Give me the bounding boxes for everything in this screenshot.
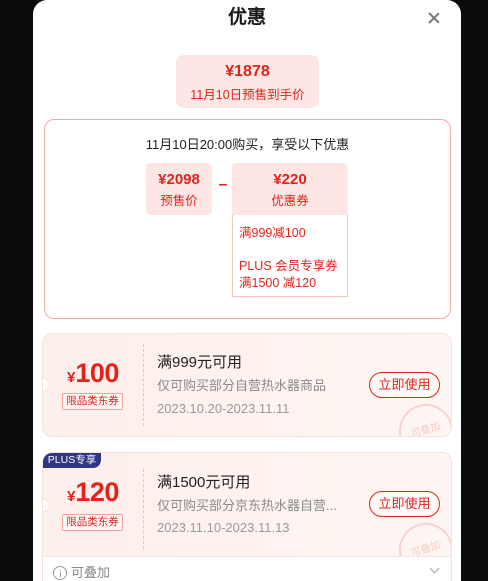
presale-label: 预售价 — [160, 194, 198, 208]
chevron-down-icon[interactable] — [429, 563, 440, 574]
use-now-button[interactable]: 立即使用 — [369, 491, 440, 517]
coupon-total-chip: ¥220 优惠券 — [232, 163, 348, 215]
stackable-footer[interactable]: 可叠加 — [43, 556, 451, 581]
minus-operator: – — [218, 176, 228, 193]
coupon-condition: 满999元可用 — [157, 354, 243, 371]
coupon-validity: 2023.11.10-2023.11.13 — [157, 520, 290, 535]
coupon-amount: ¥100 — [43, 358, 143, 393]
coupon-total-label: 优惠券 — [271, 194, 309, 208]
coupon-amount: ¥120 — [43, 477, 143, 512]
coupon-detail-line: PLUS 会员专享券 — [239, 259, 338, 273]
coupon-details-list: 满999减100 PLUS 会员专享券 满1500 减120 — [232, 215, 348, 297]
final-price: ¥1878 — [225, 63, 270, 80]
presale-price-chip: ¥2098 预售价 — [146, 163, 212, 215]
plus-exclusive-badge: PLUS专享 — [43, 453, 101, 468]
amount-value: 100 — [75, 358, 119, 388]
info-icon — [53, 566, 67, 580]
breakdown-heading: 11月10日20:00购买，享受以下优惠 — [145, 137, 350, 152]
coupon-type-tag: 限品类东券 — [62, 393, 123, 410]
coupon-detail-line: 满1500 减120 — [239, 276, 317, 290]
final-price-label: 11月10日预售到手价 — [190, 88, 305, 102]
coupon-type-tag: 限品类东券 — [62, 514, 123, 531]
coupon-validity: 2023.10.20-2023.11.11 — [157, 401, 290, 416]
coupon-body: PLUS专享 ¥120 限品类东券 满1500元可用 仅可购买部分京东热水器自营… — [43, 453, 451, 581]
coupon-divider — [143, 344, 144, 426]
use-now-button[interactable]: 立即使用 — [369, 372, 440, 398]
coupon-description: 仅可购买部分京东热水器自营... — [157, 498, 337, 513]
price-breakdown: 11月10日20:00购买，享受以下优惠 ¥2098 预售价 – ¥220 优惠… — [44, 119, 451, 319]
coupon-card: ¥100 限品类东券 满999元可用 仅可购买部分自营热水器商品 2023.10… — [42, 333, 452, 437]
close-icon[interactable] — [426, 10, 442, 26]
discount-sheet: 优惠 ¥1878 11月10日预售到手价 11月10日20:00购买，享受以下优… — [33, 0, 461, 581]
presale-price: ¥2098 — [158, 171, 200, 188]
amount-value: 120 — [75, 477, 119, 507]
coupon-card: PLUS专享 ¥120 限品类东券 满1500元可用 仅可购买部分京东热水器自营… — [42, 452, 452, 581]
stackable-label: 可叠加 — [71, 565, 111, 580]
final-price-box: ¥1878 11月10日预售到手价 — [176, 55, 319, 108]
stackable-stamp: 可叠加 — [391, 396, 451, 436]
sheet-title: 优惠 — [227, 7, 266, 28]
coupon-detail-line: 满999减100 — [239, 226, 306, 240]
coupon-divider — [143, 469, 144, 549]
coupon-description: 仅可购买部分自营热水器商品 — [157, 378, 327, 393]
coupon-condition: 满1500元可用 — [157, 474, 251, 491]
coupon-total: ¥220 — [273, 171, 307, 188]
